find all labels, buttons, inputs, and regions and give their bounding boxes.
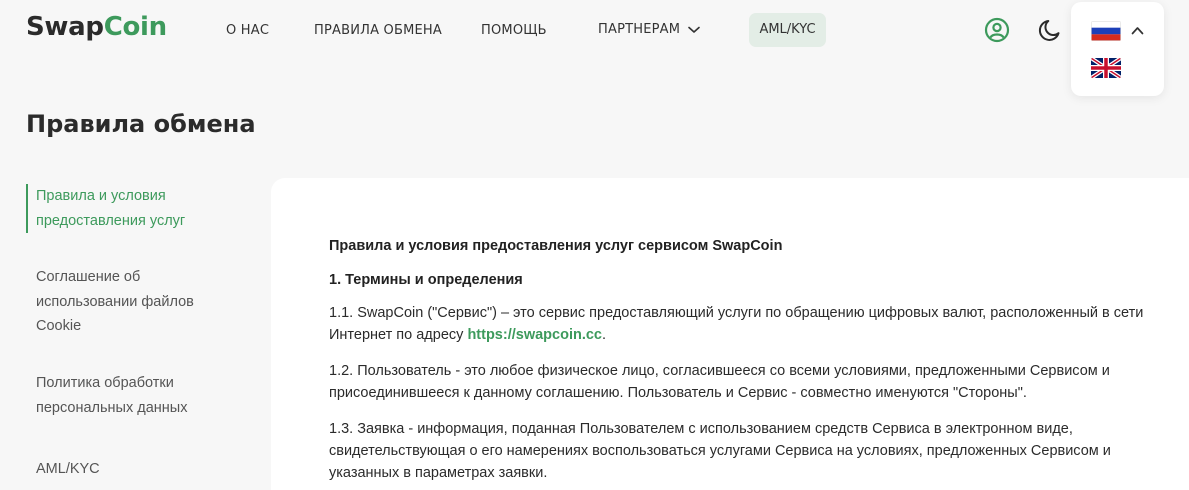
chevron-down-icon <box>688 26 700 33</box>
nav-partners[interactable]: ПАРТНЕРАМ <box>598 22 700 37</box>
nav-help[interactable]: ПОМОЩЬ <box>481 23 547 38</box>
page-title: Правила обмена <box>26 110 256 138</box>
logo[interactable]: SwapCoin <box>26 12 167 42</box>
gb-flag-icon[interactable] <box>1091 58 1121 78</box>
nav-partners-label: ПАРТНЕРАМ <box>598 22 681 37</box>
ru-flag-icon[interactable] <box>1091 21 1121 41</box>
paragraph-1-1-end: . <box>602 327 607 343</box>
document-body: Правила и условия предоставления услуг с… <box>329 238 1149 484</box>
document-title: Правила и условия предоставления услуг с… <box>329 238 783 254</box>
nav-about[interactable]: О НАС <box>226 23 269 38</box>
user-circle-icon[interactable] <box>984 17 1010 48</box>
sidebar-item-terms[interactable]: Правила и условия предоставления услуг <box>26 184 226 233</box>
paragraph-1-2: 1.2. Пользователь - это любое физическое… <box>329 363 1110 401</box>
nav-aml-kyc[interactable]: AML/KYC <box>749 13 826 47</box>
paragraph-1-3: 1.3. Заявка - информация, поданная Польз… <box>329 421 1111 481</box>
logo-part-coin: Coin <box>103 12 167 42</box>
site-link[interactable]: https://swapcoin.cc <box>467 327 602 343</box>
language-menu <box>1071 2 1164 96</box>
sidebar-item-aml-kyc[interactable]: AML/KYC <box>26 457 226 482</box>
section-title: 1. Термины и определения <box>329 272 523 288</box>
logo-part-swap: Swap <box>26 12 104 42</box>
sidebar-item-privacy[interactable]: Политика обработки персональных данных <box>26 371 226 420</box>
header: SwapCoin О НАС ПРАВИЛА ОБМЕНА ПОМОЩЬ ПАР… <box>0 0 1189 96</box>
moon-icon[interactable] <box>1038 17 1064 48</box>
content-panel: Правила и условия предоставления услуг с… <box>271 178 1189 490</box>
paragraph-1-1: 1.1. SwapCoin ("Сервис") – это сервис пр… <box>329 302 1149 346</box>
chevron-up-icon[interactable] <box>1131 22 1144 40</box>
paragraph-1-1-text: 1.1. SwapCoin ("Сервис") – это сервис пр… <box>329 305 1144 343</box>
sidebar-item-cookies[interactable]: Соглашение об использовании файлов Cooki… <box>26 265 226 339</box>
nav-rules[interactable]: ПРАВИЛА ОБМЕНА <box>314 23 442 38</box>
